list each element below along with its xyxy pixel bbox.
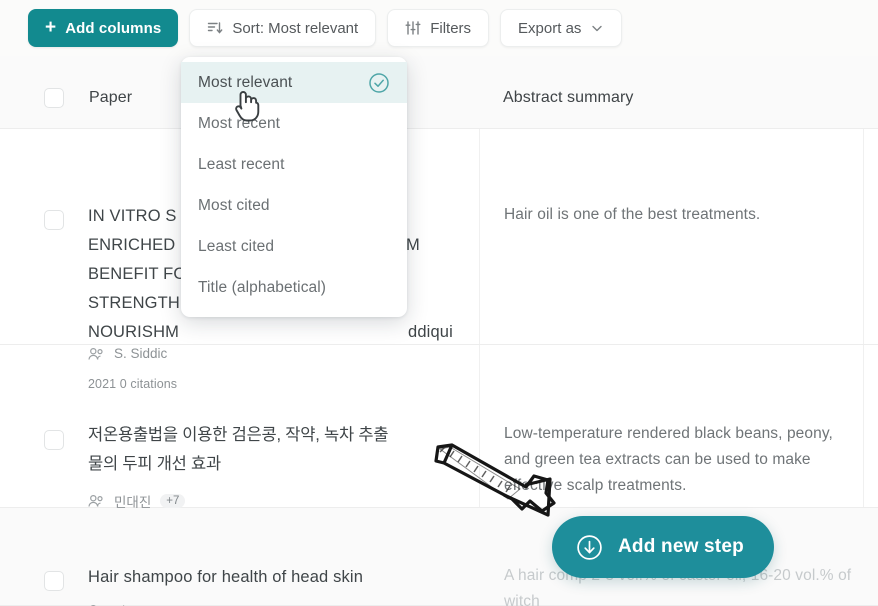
add-new-step-label: Add new step	[618, 536, 744, 557]
paper-title-fragment: M	[406, 236, 420, 254]
add-columns-button[interactable]: + Add columns	[28, 9, 179, 47]
sort-option-label: Most recent	[198, 114, 281, 132]
row-checkbox[interactable]	[44, 210, 64, 230]
row-checkbox[interactable]	[44, 571, 64, 591]
papers-table-screen: + Add columns Sort: Most relevant Filter…	[0, 0, 878, 606]
column-header-paper: Paper	[89, 89, 133, 106]
export-as-button[interactable]: Export as	[500, 9, 623, 47]
paper-title-line: NOURISHM	[88, 323, 180, 341]
sort-option-most-cited[interactable]: Most cited	[181, 185, 407, 226]
sort-button[interactable]: Sort: Most relevant	[189, 9, 377, 47]
paper-title[interactable]: 저온용출법을 이용한 검은콩, 작약, 녹차 추출 물의 두피 개선 효과	[88, 421, 478, 479]
sort-option-title-alphabetical[interactable]: Title (alphabetical)	[181, 267, 407, 308]
filters-button[interactable]: Filters	[387, 9, 490, 47]
sort-dropdown-menu[interactable]: Most relevant Most recent Least recent M…	[181, 57, 407, 317]
table-row[interactable]: IN VITRO S ENRICHED BENEFIT FO STRENGTH …	[0, 129, 878, 391]
paper-author-fragment: ddiqui	[408, 323, 453, 341]
toolbar: + Add columns Sort: Most relevant Filter…	[0, 0, 878, 56]
chevron-down-icon	[590, 21, 604, 35]
sort-option-label: Least cited	[198, 237, 275, 255]
paper-title[interactable]: Hair shampoo for health of head skin	[88, 563, 488, 592]
paper-authors: 박은주	[88, 601, 151, 606]
sort-option-label: Title (alphabetical)	[198, 278, 327, 296]
paper-title-line: 물의 두피 개선 효과	[88, 455, 221, 473]
row-checkbox[interactable]	[44, 430, 64, 450]
abstract-summary: Hair oil is one of the best treatments.	[504, 206, 761, 223]
table-header-row: Paper Abstract summary	[0, 56, 878, 129]
sort-option-most-recent[interactable]: Most recent	[181, 103, 407, 144]
abstract-fragment: witch	[504, 593, 540, 606]
add-columns-label: Add columns	[65, 19, 162, 37]
export-as-label: Export as	[518, 19, 582, 37]
check-circle-icon	[368, 72, 390, 94]
sort-option-least-cited[interactable]: Least cited	[181, 226, 407, 267]
table-row[interactable]: 저온용출법을 이용한 검은콩, 작약, 녹차 추출 물의 두피 개선 효과 민대…	[0, 345, 878, 538]
sort-descending-icon	[207, 20, 223, 36]
column-header-abstract-summary: Abstract summary	[503, 89, 634, 106]
sort-option-label: Most cited	[198, 196, 270, 214]
filters-sliders-icon	[405, 20, 421, 36]
paper-title-line: 저온용출법을 이용한 검은콩, 작약, 녹차 추출	[88, 426, 389, 444]
add-new-step-button[interactable]: Add new step	[552, 516, 774, 578]
paper-title-line: Hair shampoo for health of head skin	[88, 568, 364, 586]
select-all-checkbox[interactable]	[44, 88, 64, 108]
plus-icon: +	[45, 17, 57, 38]
filters-label: Filters	[430, 19, 472, 37]
sort-option-label: Most relevant	[198, 73, 293, 91]
sort-option-least-recent[interactable]: Least recent	[181, 144, 407, 185]
authors-people-icon	[88, 494, 105, 508]
sort-option-most-relevant[interactable]: Most relevant	[181, 62, 407, 103]
abstract-summary: Low-temperature rendered black beans, pe…	[504, 425, 833, 494]
paper-authors-name: 박은주	[114, 601, 151, 606]
sort-label: Sort: Most relevant	[232, 19, 359, 37]
arrow-down-circle-icon	[576, 534, 603, 561]
authors-overflow-badge[interactable]: +7	[160, 494, 186, 508]
abstract-fragment: A hair	[504, 567, 545, 584]
sort-option-label: Least recent	[198, 155, 285, 173]
